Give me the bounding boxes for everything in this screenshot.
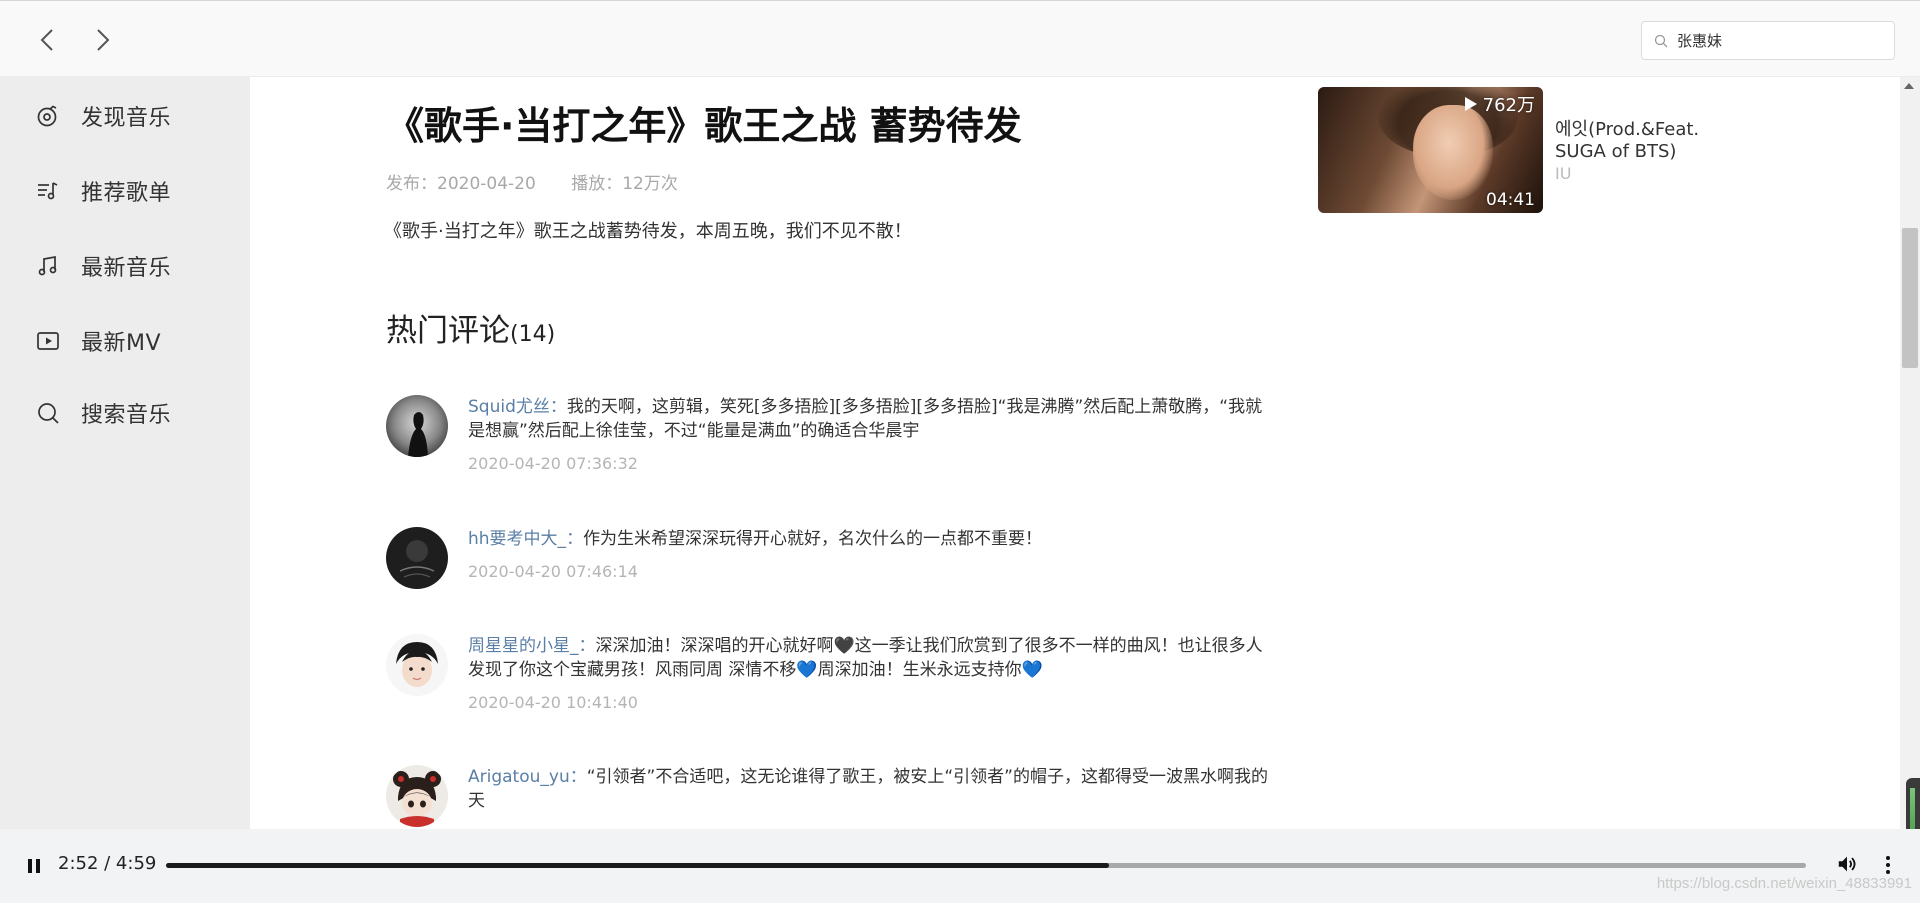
search-icon bbox=[38, 403, 59, 424]
comment-time: 2020-04-20 07:46:14 bbox=[468, 562, 638, 581]
sidebar: 发现音乐 推荐歌单 最新音乐 最新MV 搜索音乐 bbox=[0, 77, 250, 829]
sidebar-item-new-music[interactable]: 最新音乐 bbox=[36, 246, 236, 286]
comment-body: Arigatou_yu：“引领者”不合适吧，这无论谁得了歌王，被安上“引领者”的… bbox=[468, 767, 1268, 811]
chevron-left-icon bbox=[40, 29, 53, 51]
search-icon bbox=[1654, 34, 1668, 47]
avatar-image bbox=[386, 634, 448, 696]
comment-username[interactable]: 周星星的小星_ bbox=[468, 636, 579, 656]
avatar[interactable] bbox=[386, 527, 448, 589]
scrollbar[interactable] bbox=[1900, 77, 1920, 829]
search-box[interactable] bbox=[1641, 21, 1895, 60]
time-readout: 2:52 / 4:59 bbox=[58, 853, 157, 874]
sidebar-item-label: 最新音乐 bbox=[81, 256, 172, 281]
mv-detail-main: 《歌手·当打之年》歌王之战 蓄势待发 发布：2020-04-20 播放：12万次… bbox=[250, 77, 1900, 829]
avatar[interactable] bbox=[386, 395, 448, 457]
sidebar-item-new-mv[interactable]: 最新MV bbox=[36, 321, 236, 361]
comment-body: 周星星的小星_：深深加油！深深唱的开心就好啊🖤这一季让我们欣赏到了很多不一样的曲… bbox=[468, 634, 1268, 715]
scrollbar-thumb[interactable] bbox=[1902, 228, 1918, 368]
mv-description: 《歌手·当打之年》歌王之战蓄势待发，本周五晚，我们不见不散！ bbox=[384, 221, 912, 242]
related-mv-duration: 04:41 bbox=[1486, 190, 1535, 210]
comment-time: 2020-04-20 07:36:32 bbox=[468, 454, 638, 473]
sidebar-item-discover[interactable]: 发现音乐 bbox=[36, 96, 236, 136]
video-icon bbox=[37, 332, 59, 350]
progress-bar[interactable] bbox=[166, 863, 1806, 868]
playlist-icon bbox=[38, 182, 58, 200]
back-button[interactable] bbox=[36, 25, 58, 55]
related-mv-card[interactable]: 762万 04:41 에잇(Prod.&Feat. SUGA of BTS) I… bbox=[1318, 87, 1738, 217]
avatar-image bbox=[386, 765, 448, 827]
comment-text: 我的天啊，这剪辑，笑死[多多捂脸][多多捂脸][多多捂脸]“我是沸腾”然后配上萧… bbox=[468, 397, 1263, 441]
comment-username[interactable]: Squid尤丝 bbox=[468, 397, 550, 417]
comment-time: 2020-04-20 10:41:40 bbox=[468, 693, 638, 712]
avatar-image bbox=[386, 527, 448, 589]
comments-heading: 热门评论(14) bbox=[386, 313, 556, 349]
more-options-button[interactable] bbox=[1878, 853, 1898, 877]
sidebar-item-playlists[interactable]: 推荐歌单 bbox=[36, 171, 236, 211]
mv-title: 《歌手·当打之年》歌王之战 蓄势待发 bbox=[386, 104, 1022, 148]
related-mv-plays: 762万 bbox=[1464, 91, 1535, 117]
comment-body: Squid尤丝：我的天啊，这剪辑，笑死[多多捂脸][多多捂脸][多多捂脸]“我是… bbox=[468, 395, 1268, 476]
related-mv-artist[interactable]: IU bbox=[1555, 164, 1571, 183]
pause-button[interactable] bbox=[24, 855, 44, 877]
comment-username[interactable]: Arigatou_yu bbox=[468, 767, 570, 787]
discover-icon bbox=[37, 105, 57, 127]
avatar[interactable] bbox=[386, 634, 448, 696]
sidebar-item-label: 发现音乐 bbox=[81, 106, 172, 131]
avatar-image bbox=[386, 395, 448, 457]
pause-icon bbox=[28, 859, 40, 873]
play-icon bbox=[1464, 97, 1477, 111]
avatar[interactable] bbox=[386, 765, 448, 827]
comment-count: (14) bbox=[510, 322, 556, 347]
top-bar bbox=[0, 0, 1920, 77]
sidebar-item-label: 推荐歌单 bbox=[81, 181, 172, 206]
comment-text: “引领者”不合适吧，这无论谁得了歌王，被安上“引领者”的帽子，这都得受一波黑水啊… bbox=[468, 767, 1268, 811]
forward-button[interactable] bbox=[92, 25, 114, 55]
publish-date: 发布：2020-04-20 bbox=[386, 174, 536, 194]
volume-icon bbox=[1838, 856, 1856, 872]
mv-meta: 发布：2020-04-20 播放：12万次 bbox=[386, 169, 678, 194]
audio-player: 2:52 / 4:59 https://blog.csdn.net/weixin… bbox=[0, 829, 1920, 903]
sidebar-item-search[interactable]: 搜索音乐 bbox=[36, 393, 236, 433]
comment-text: 作为生米希望深深玩得开心就好，名次什么的一点都不重要！ bbox=[583, 529, 1043, 549]
chevron-right-icon bbox=[97, 29, 110, 51]
comment-body: hh要考中大_：作为生米希望深深玩得开心就好，名次什么的一点都不重要！ 2020… bbox=[468, 527, 1268, 584]
watermark: https://blog.csdn.net/weixin_48833991 bbox=[1656, 875, 1912, 892]
progress-fill bbox=[166, 863, 1109, 868]
sidebar-item-label: 最新MV bbox=[81, 331, 162, 356]
volume-button[interactable] bbox=[1836, 853, 1860, 877]
scroll-up-arrow-icon[interactable] bbox=[1904, 83, 1914, 89]
music-note-icon bbox=[38, 255, 57, 276]
search-input[interactable] bbox=[1677, 31, 1887, 50]
more-vertical-icon bbox=[1886, 856, 1890, 874]
sidebar-item-label: 搜索音乐 bbox=[81, 403, 172, 428]
related-mv-thumbnail[interactable]: 762万 04:41 bbox=[1318, 87, 1543, 213]
related-mv-name[interactable]: 에잇(Prod.&Feat. SUGA of BTS) bbox=[1555, 119, 1735, 163]
comment-username[interactable]: hh要考中大_ bbox=[468, 529, 566, 549]
play-count: 播放：12万次 bbox=[571, 174, 678, 194]
